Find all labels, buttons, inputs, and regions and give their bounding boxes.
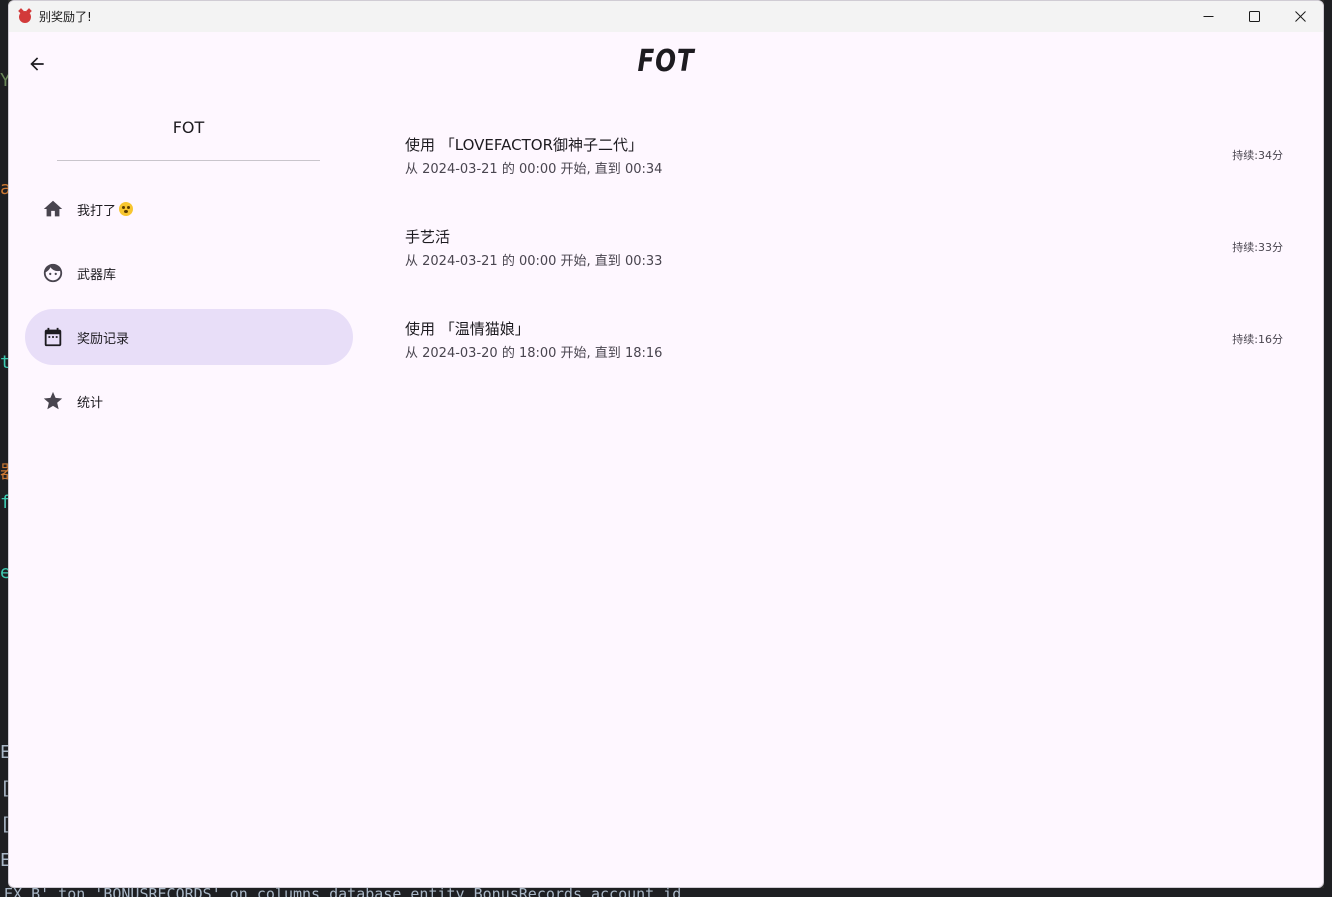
record-subtitle: 从 2024-03-20 的 18:00 开始, 直到 18:16: [405, 346, 663, 361]
background-code-line: EX_B' ton 'BONUSRECORDS' on columns data…: [4, 888, 682, 897]
face-icon: [41, 261, 65, 285]
background-ide-right: [1324, 0, 1332, 897]
record-subtitle: 从 2024-03-21 的 00:00 开始, 直到 00:34: [405, 162, 663, 177]
maximize-button[interactable]: [1231, 1, 1277, 32]
list-item[interactable]: 使用 「LOVEFACTOR御神子二代」 从 2024-03-21 的 00:0…: [405, 134, 1301, 180]
app-devil-icon: [19, 10, 31, 23]
calendar-icon: [41, 325, 65, 349]
page-title: FOT: [637, 44, 695, 79]
nav-item-home[interactable]: 我打了: [25, 181, 353, 237]
record-title: 手艺活: [405, 228, 451, 246]
arrow-back-icon: [30, 57, 44, 71]
nav-item-armory[interactable]: 武器库: [25, 245, 353, 301]
star-icon: [41, 389, 65, 413]
record-duration: 持续:33分: [1232, 241, 1283, 254]
list-item[interactable]: 使用 「温情猫娘」 从 2024-03-20 的 18:00 开始, 直到 18…: [405, 318, 1301, 364]
close-button[interactable]: [1277, 1, 1323, 32]
home-icon: [41, 197, 65, 221]
navigation-drawer: FOT 我打了 武器库 奖励记录 统计: [9, 96, 369, 496]
nav-item-home-label: 我打了: [77, 203, 117, 219]
record-duration: 持续:16分: [1232, 333, 1283, 346]
nav-item-armory-label: 武器库: [77, 267, 117, 283]
record-title: 使用 「LOVEFACTOR御神子二代」: [405, 136, 643, 154]
window-titlebar[interactable]: 别奖励了!: [9, 1, 1323, 32]
back-button[interactable]: [23, 50, 51, 78]
nav-item-reward-records-label: 奖励记录: [77, 331, 130, 347]
list-item[interactable]: 手艺活 从 2024-03-21 的 00:00 开始, 直到 00:33 持续…: [405, 226, 1301, 272]
close-icon: [1294, 11, 1306, 22]
window-title: 别奖励了!: [39, 10, 92, 24]
nav-item-label: 我打了: [77, 200, 134, 219]
drawer-header: FOT: [57, 118, 320, 161]
app-bar: FOT: [9, 32, 1323, 96]
background-ide-left: Y a t 器 f e E [ [ E: [0, 0, 8, 897]
window-controls: [1185, 1, 1323, 32]
app-window: 别奖励了! FOT FOT 我打了 武器库 奖励记录 统计 使用 「LOVEFA…: [8, 0, 1324, 888]
maximize-icon: [1248, 11, 1260, 22]
minimize-icon: [1203, 16, 1213, 17]
minimize-button[interactable]: [1185, 1, 1231, 32]
background-ide-bottom: EX_B' ton 'BONUSRECORDS' on columns data…: [0, 888, 1332, 897]
record-title: 使用 「温情猫娘」: [405, 320, 530, 338]
record-subtitle: 从 2024-03-21 的 00:00 开始, 直到 00:33: [405, 254, 663, 269]
nav-item-statistics[interactable]: 统计: [25, 373, 353, 429]
flushed-face-emoji-icon: [119, 202, 134, 216]
record-duration: 持续:34分: [1232, 149, 1283, 162]
nav-item-reward-records[interactable]: 奖励记录: [25, 309, 353, 365]
nav-item-statistics-label: 统计: [77, 395, 104, 411]
